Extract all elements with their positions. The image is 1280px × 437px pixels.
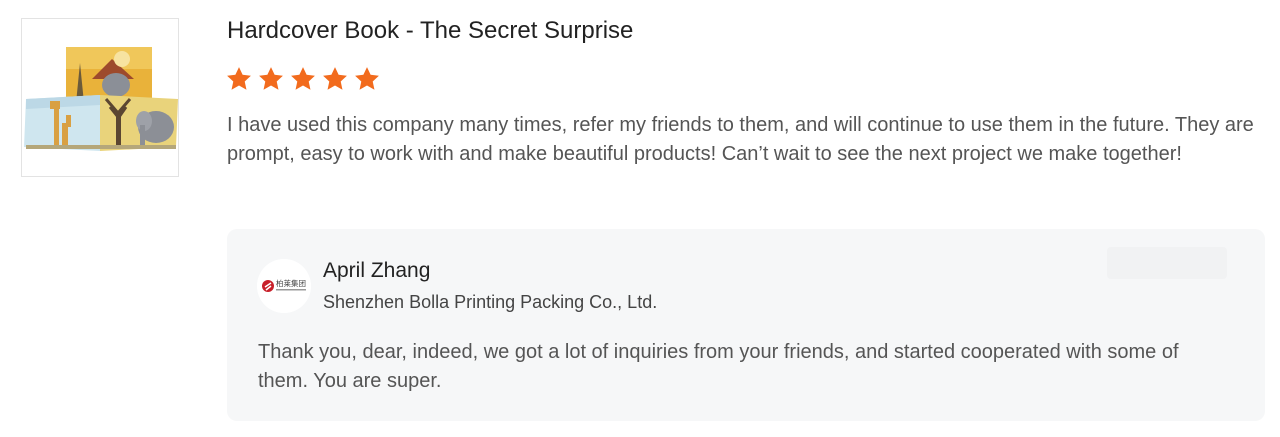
star-icon — [353, 65, 381, 93]
replier-company: Shenzhen Bolla Printing Packing Co., Ltd… — [323, 292, 658, 312]
product-title[interactable]: Hardcover Book - The Secret Surprise — [227, 16, 633, 46]
star-icon — [257, 65, 285, 93]
product-thumbnail[interactable] — [21, 18, 179, 177]
review-text: I have used this company many times, ref… — [227, 114, 1254, 165]
star-icon — [321, 65, 349, 93]
star-icon — [289, 65, 317, 93]
replier-name: April Zhang — [323, 259, 431, 282]
star-icon — [225, 65, 253, 93]
book-photo-icon — [22, 19, 178, 176]
star-rating — [225, 65, 381, 93]
watermark — [1107, 247, 1227, 279]
seller-reply-card: 柏莱集团 April Zhang Shenzhen Bolla Printing… — [227, 229, 1265, 421]
reply-text: Thank you, dear, indeed, we got a lot of… — [258, 341, 1179, 392]
logo-text: 柏莱集团 — [276, 278, 306, 288]
company-logo-icon: 柏莱集团 — [257, 259, 311, 313]
